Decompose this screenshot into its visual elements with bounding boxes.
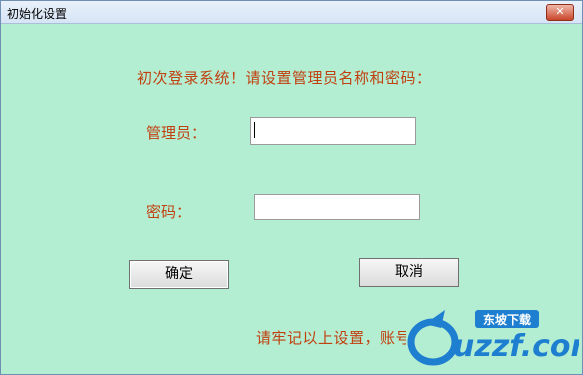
close-icon: ✕ [555,5,565,18]
text-caret [254,122,255,138]
password-label: 密码： [146,203,192,221]
watermark-tag: 东坡下载 [483,312,531,327]
cancel-button[interactable]: 取消 [359,258,459,287]
remember-notice: 请牢记以上设置，账号 [256,329,406,347]
admin-label: 管理员： [146,124,207,142]
admin-name-input[interactable] [250,117,416,145]
password-input[interactable] [254,194,420,220]
setup-prompt: 初次登录系统！请设置管理员名称和密码： [137,69,432,87]
ok-button[interactable]: 确定 [129,260,229,289]
init-settings-window: 初始化设置 ✕ 初次登录系统！请设置管理员名称和密码： 管理员： 密码： 确定 … [0,0,583,375]
window-title: 初始化设置 [7,7,68,21]
title-bar[interactable]: 初始化设置 ✕ [1,1,582,24]
watermark-brand: uzzf.com [453,329,579,364]
uzzf-watermark-logo: 东坡下载 uzzf.com [407,310,579,366]
close-button[interactable]: ✕ [546,4,574,21]
